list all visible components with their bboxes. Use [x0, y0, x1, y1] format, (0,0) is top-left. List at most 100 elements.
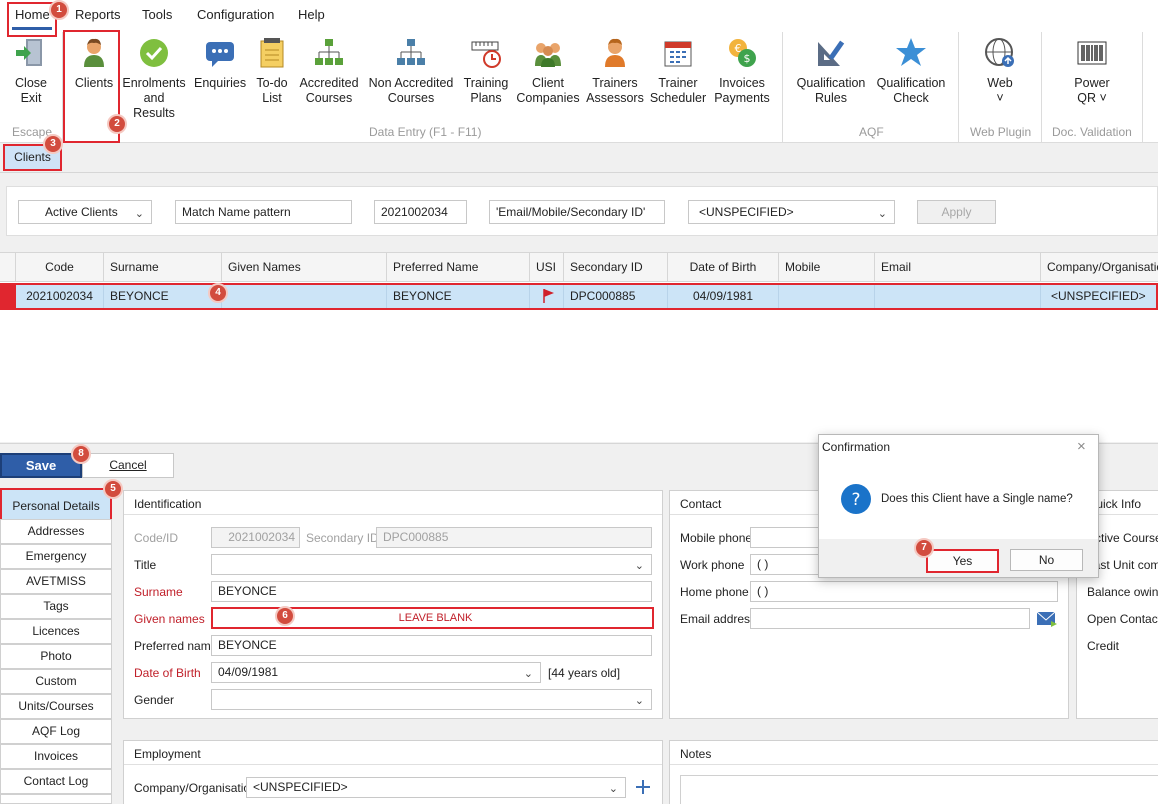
col-surname[interactable]: Surname: [104, 253, 222, 282]
training-plans-button[interactable]: Training Plans: [460, 36, 512, 106]
sidebar-item-addresses[interactable]: Addresses: [0, 519, 112, 544]
cancel-button[interactable]: Cancel: [82, 453, 174, 478]
panel-divider: [124, 764, 662, 765]
no-button[interactable]: No: [1010, 549, 1083, 571]
gender-select[interactable]: ⌄: [211, 689, 652, 710]
trainers-assessors-button[interactable]: Trainers Assessors: [586, 36, 644, 106]
grid-header: Code Surname Given Names Preferred Name …: [0, 253, 1158, 282]
accredited-courses-label: Accredited Courses: [299, 76, 359, 105]
ribbon-separator: [1041, 32, 1042, 142]
question-icon: ?: [841, 484, 871, 514]
search-input[interactable]: 2021002034: [374, 200, 467, 224]
sidebar-item-invoices[interactable]: Invoices: [0, 744, 112, 769]
org-chart-icon: [315, 39, 343, 65]
date-of-birth-picker[interactable]: 04/09/1981 ⌄: [211, 662, 541, 683]
cell-date-of-birth: 04/09/1981: [668, 285, 779, 308]
cell-secondary-id: DPC000885: [564, 285, 668, 308]
red-flag-icon: [543, 289, 554, 303]
client-status-select[interactable]: Active Clients ⌄: [18, 200, 152, 224]
chevron-down-icon: ⌄: [608, 783, 618, 795]
training-plans-label: Training Plans: [463, 76, 509, 105]
hierarchy-icon: [397, 39, 425, 65]
company-organisation-select[interactable]: <UNSPECIFIED> ⌄: [246, 777, 626, 798]
ribbon: Close Exit Clients Enrolments and Result…: [0, 30, 1158, 143]
cell-mobile: [779, 285, 875, 308]
notes-textarea[interactable]: [680, 775, 1158, 804]
step-badge-8: 8: [71, 444, 91, 464]
cell-given-names: [222, 285, 387, 308]
non-accredited-courses-button[interactable]: Non Accredited Courses: [366, 36, 456, 106]
power-qr-button[interactable]: Power QR ˅: [1070, 36, 1114, 106]
sidebar-item-documents[interactable]: Documents: [0, 794, 112, 804]
clients-grid: Code Surname Given Names Preferred Name …: [0, 252, 1158, 442]
col-given-names[interactable]: Given Names: [222, 253, 387, 282]
preferred-name-field[interactable]: BEYONCE: [211, 635, 652, 656]
match-pattern-select[interactable]: Match Name pattern: [175, 200, 352, 224]
dialog-message: Does this Client have a Single name?: [881, 493, 1073, 505]
table-row[interactable]: 2021002034 BEYONCE BEYONCE DPC000885 04/…: [0, 283, 1158, 310]
web-button[interactable]: Web ˅: [980, 36, 1020, 106]
sidebar-item-custom[interactable]: Custom: [0, 669, 112, 694]
ruler-clock-icon: [471, 41, 501, 68]
sidebar-item-units-courses[interactable]: Units/Courses: [0, 694, 112, 719]
step-badge-1: 1: [49, 0, 69, 20]
date-of-birth-value: 04/09/1981: [218, 665, 279, 679]
col-mobile[interactable]: Mobile: [779, 253, 875, 282]
trainer-person-icon: [605, 38, 625, 67]
col-email[interactable]: Email: [875, 253, 1041, 282]
enrolments-button[interactable]: Enrolments and Results: [122, 36, 186, 121]
close-exit-button[interactable]: Close Exit: [8, 36, 54, 106]
add-company-icon[interactable]: [634, 778, 652, 796]
save-button[interactable]: Save: [0, 453, 82, 478]
close-icon[interactable]: ×: [1077, 438, 1086, 455]
col-code[interactable]: Code: [16, 253, 104, 282]
title-select[interactable]: ⌄: [211, 554, 652, 575]
col-secondary-id[interactable]: Secondary ID: [564, 253, 668, 282]
col-company[interactable]: Company/Organisation: [1041, 253, 1158, 282]
chevron-down-icon: ⌄: [634, 695, 644, 707]
code-id-field: 2021002034: [211, 527, 300, 548]
title-label: Title: [134, 558, 157, 572]
apply-button[interactable]: Apply: [917, 200, 996, 224]
accredited-courses-button[interactable]: Accredited Courses: [298, 36, 360, 106]
sidebar-item-photo[interactable]: Photo: [0, 644, 112, 669]
secondary-id-label: Secondary ID: [306, 531, 379, 545]
exit-door-icon: [16, 39, 42, 66]
sidebar-item-tags[interactable]: Tags: [0, 594, 112, 619]
home-phone-field[interactable]: ( ): [750, 581, 1058, 602]
client-companies-button[interactable]: Client Companies: [516, 36, 580, 106]
qualification-check-button[interactable]: Qualification Check: [874, 36, 948, 106]
company-filter-select[interactable]: <UNSPECIFIED> ⌄: [688, 200, 895, 224]
company-organisation-label: Company/Organisation: [134, 781, 257, 795]
client-companies-label: Client Companies: [516, 76, 580, 105]
email-address-field[interactable]: [750, 608, 1030, 629]
barcode-icon: [1077, 41, 1107, 65]
todo-list-button[interactable]: To-do List: [252, 36, 292, 106]
menu-configuration[interactable]: Configuration: [197, 7, 274, 22]
enquiries-button[interactable]: Enquiries: [194, 36, 246, 91]
col-usi[interactable]: USI: [530, 253, 564, 282]
search-fields-select[interactable]: 'Email/Mobile/Secondary ID': [489, 200, 665, 224]
send-email-icon[interactable]: [1036, 609, 1058, 629]
power-qr-label: Power QR ˅: [1074, 76, 1110, 105]
non-accredited-courses-label: Non Accredited Courses: [368, 76, 454, 105]
people-group-icon: [535, 43, 561, 67]
cancel-label: Cancel: [109, 458, 147, 472]
chevron-down-icon: ⌄: [523, 668, 533, 680]
date-of-birth-label: Date of Birth: [134, 666, 201, 680]
surname-field[interactable]: BEYONCE: [211, 581, 652, 602]
sidebar-item-contact-log[interactable]: Contact Log: [0, 769, 112, 794]
sidebar-item-emergency-contacts[interactable]: Emergency Contacts: [0, 544, 112, 586]
invoices-payments-button[interactable]: € $ Invoices Payments: [712, 36, 772, 106]
yes-button[interactable]: Yes: [926, 549, 999, 573]
col-preferred-name[interactable]: Preferred Name: [387, 253, 530, 282]
qualification-rules-button[interactable]: Qualification Rules: [794, 36, 868, 106]
col-date-of-birth[interactable]: Date of Birth: [668, 253, 779, 282]
sidebar-item-licences[interactable]: Licences: [0, 619, 112, 644]
sidebar-item-aqf-log[interactable]: AQF Log: [0, 719, 112, 744]
sidebar-item-avetmiss[interactable]: AVETMISS: [0, 569, 112, 594]
trainer-scheduler-button[interactable]: Trainer Scheduler: [648, 36, 708, 106]
menu-help[interactable]: Help: [298, 7, 325, 22]
menu-reports[interactable]: Reports: [75, 7, 121, 22]
menu-tools[interactable]: Tools: [142, 7, 172, 22]
